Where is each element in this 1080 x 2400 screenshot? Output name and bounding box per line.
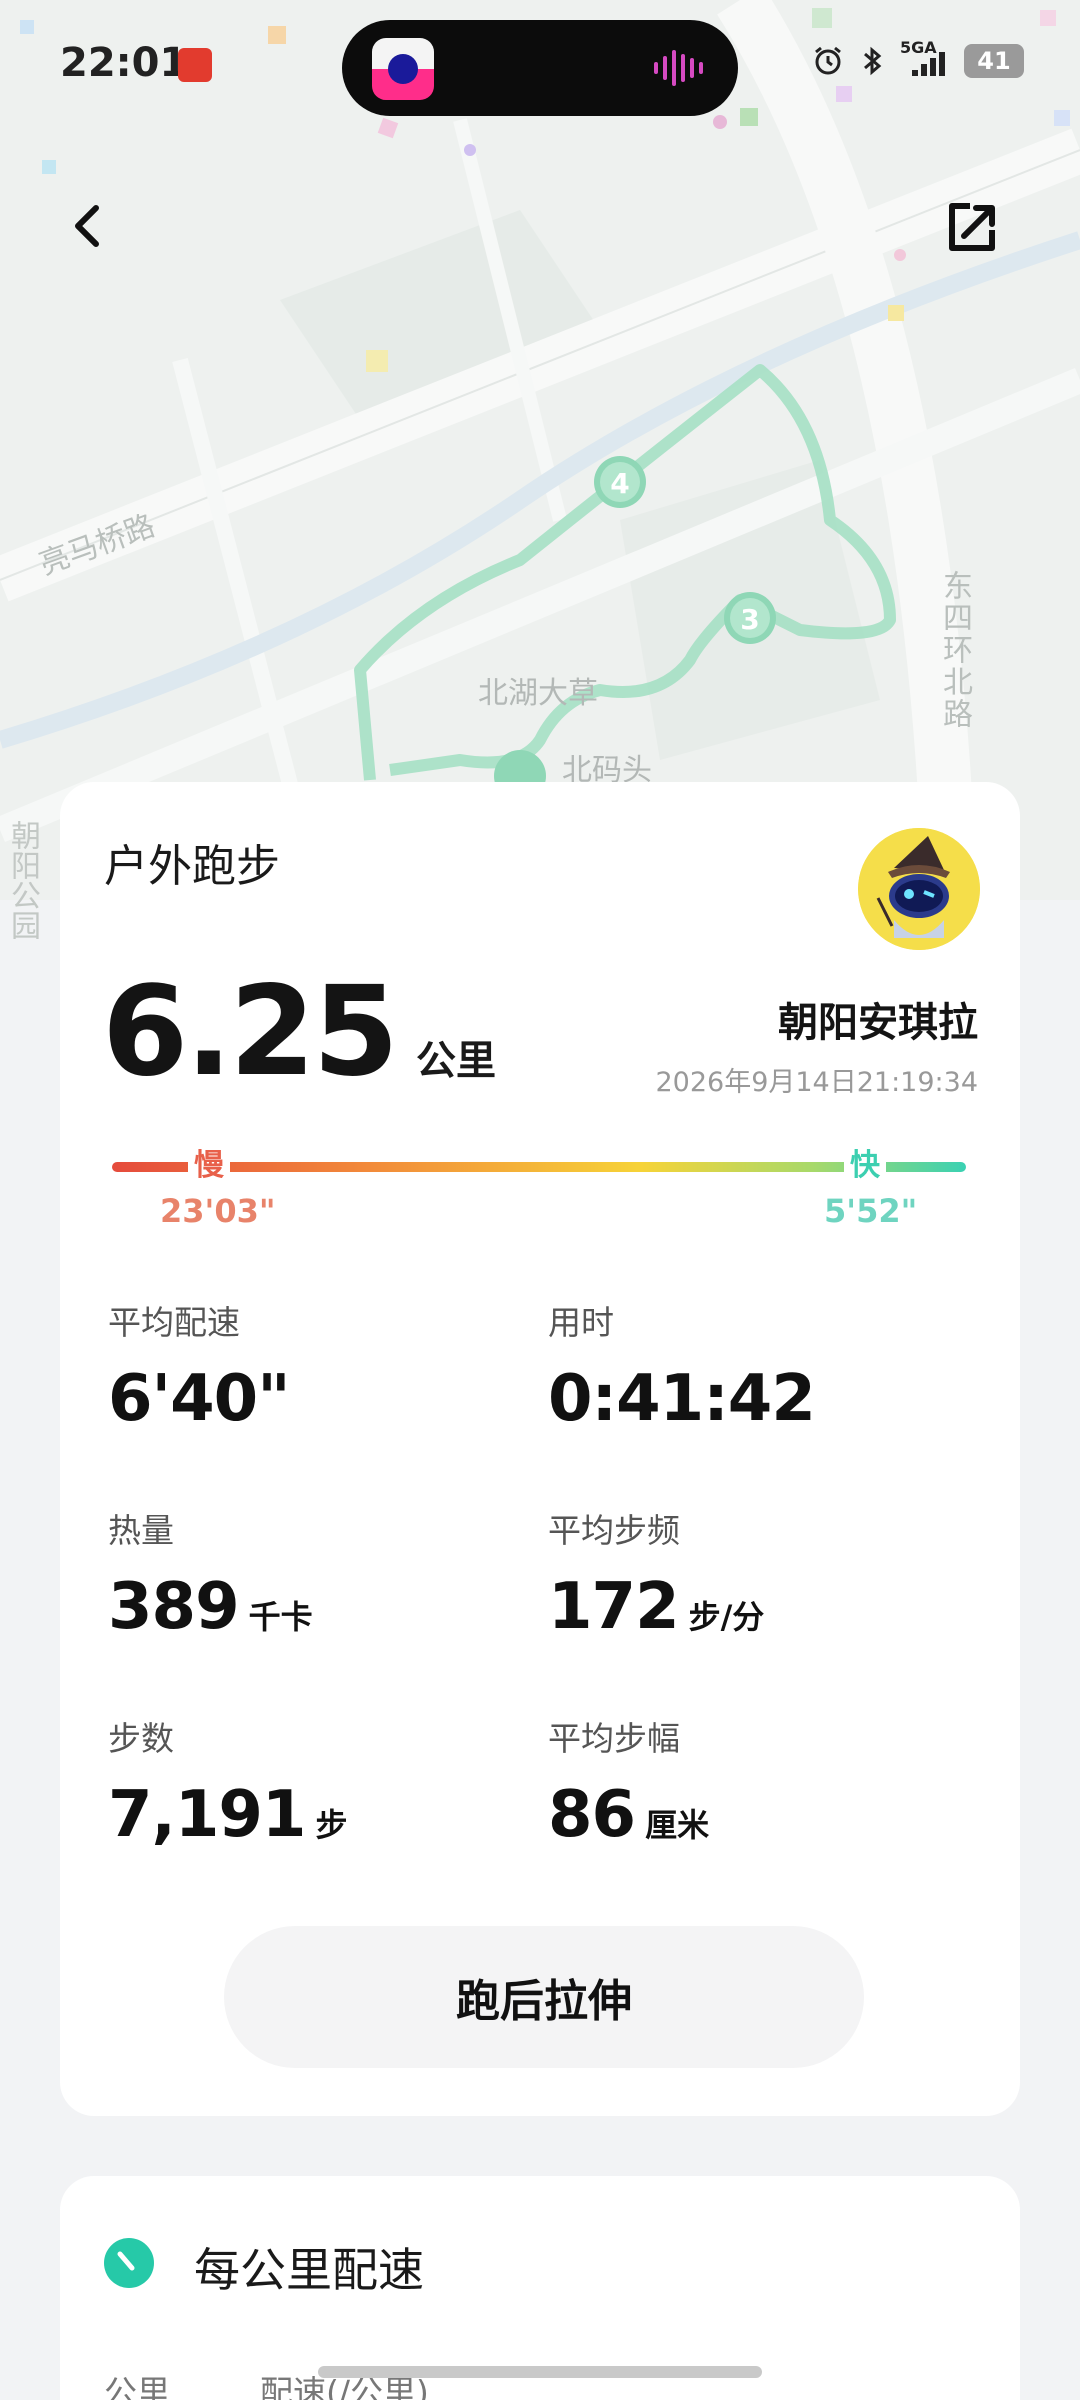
stat-unit: 步 (315, 1806, 348, 1844)
distance-display: 6.25 公里 (102, 960, 496, 1104)
back-button[interactable] (60, 196, 120, 256)
stat-value: 172 (548, 1570, 680, 1644)
stat-unit: 步/分 (688, 1598, 765, 1636)
road-label-dongsi: 东四环北路 (937, 570, 972, 730)
svg-text:4: 4 (610, 467, 629, 500)
stat-value: 389 (108, 1570, 240, 1644)
signal-indicator: 5GA (900, 38, 952, 78)
stat-label: 平均步幅 (548, 1719, 680, 1758)
alarm-icon (815, 46, 841, 75)
stat-label: 平均步频 (548, 1511, 680, 1550)
stat-label: 热量 (108, 1511, 174, 1550)
workout-detail-screen: 4 3 亮马桥路 东四环北路 北湖大草 北码头 朝阳公园 22:01 5GA 4… (0, 0, 1080, 2400)
robot-avatar-icon (858, 828, 980, 950)
map-label-beihu: 北湖大草 (478, 676, 598, 711)
stat-calories: 热量 389 千卡 (108, 1504, 313, 1644)
stat-unit: 厘米 (645, 1806, 710, 1844)
battery-indicator: 41 (964, 44, 1024, 78)
stat-value: 0:41:42 (548, 1362, 816, 1436)
column-header-km: 公里 (104, 2373, 170, 2400)
workout-type-title: 户外跑步 (104, 841, 280, 892)
pace-gauge-icon (104, 2238, 154, 2288)
music-app-icon (372, 38, 434, 100)
pace-section-title: 每公里配速 (194, 2243, 424, 2297)
map-label-chaoyang: 朝阳公园 (5, 820, 40, 940)
dynamic-island[interactable] (342, 20, 738, 116)
bluetooth-icon (864, 46, 882, 76)
home-indicator[interactable] (318, 2366, 762, 2378)
stat-value: 7,191 (108, 1778, 306, 1852)
stat-value: 6'40" (108, 1362, 291, 1436)
post-run-stretch-button[interactable]: 跑后拉伸 (224, 1926, 864, 2068)
pace-fast-label: 快 (844, 1144, 886, 1188)
workout-datetime: 2026年9月14日21:19:34 (655, 1067, 978, 1098)
route-map[interactable]: 4 3 亮马桥路 东四环北路 北湖大草 北码头 朝阳公园 (0, 0, 1080, 940)
stat-stride: 平均步幅 86 厘米 (548, 1712, 709, 1852)
status-time: 22:01 (60, 40, 188, 86)
pace-slow-label: 慢 (188, 1144, 230, 1188)
share-button[interactable] (940, 196, 1004, 260)
stat-steps: 步数 7,191 步 (108, 1712, 347, 1852)
stat-label: 平均配速 (108, 1303, 240, 1342)
stat-label: 用时 (548, 1303, 614, 1342)
pace-fast-value: 5'52" (824, 1192, 918, 1230)
stat-label: 步数 (108, 1719, 174, 1758)
status-bar: 22:01 5GA 41 (0, 0, 1080, 130)
svg-text:3: 3 (740, 603, 759, 636)
status-icons: 5GA 41 (812, 38, 1024, 78)
user-avatar[interactable] (858, 828, 980, 950)
map-canvas: 4 3 (0, 0, 1080, 900)
stat-cadence: 平均步频 172 步/分 (548, 1504, 764, 1644)
audio-wave-icon (654, 50, 703, 86)
pace-gradient-bar (112, 1162, 966, 1172)
stat-duration: 用时 0:41:42 (548, 1296, 816, 1436)
app-notification-icon (178, 48, 212, 82)
distance-value: 6.25 (102, 960, 399, 1104)
stat-avg-pace: 平均配速 6'40" (108, 1296, 291, 1436)
distance-unit: 公里 (415, 1038, 496, 1084)
username: 朝阳安琪拉 (778, 1000, 978, 1046)
pace-slow-value: 23'03" (160, 1192, 276, 1230)
signal-bars-icon (912, 52, 945, 76)
workout-summary-card: 户外跑步 6.25 公里 朝阳安琪拉 2026年9月14日21:19:34 慢 … (60, 782, 1020, 2116)
stat-value: 86 (548, 1778, 636, 1852)
stat-unit: 千卡 (248, 1598, 313, 1636)
